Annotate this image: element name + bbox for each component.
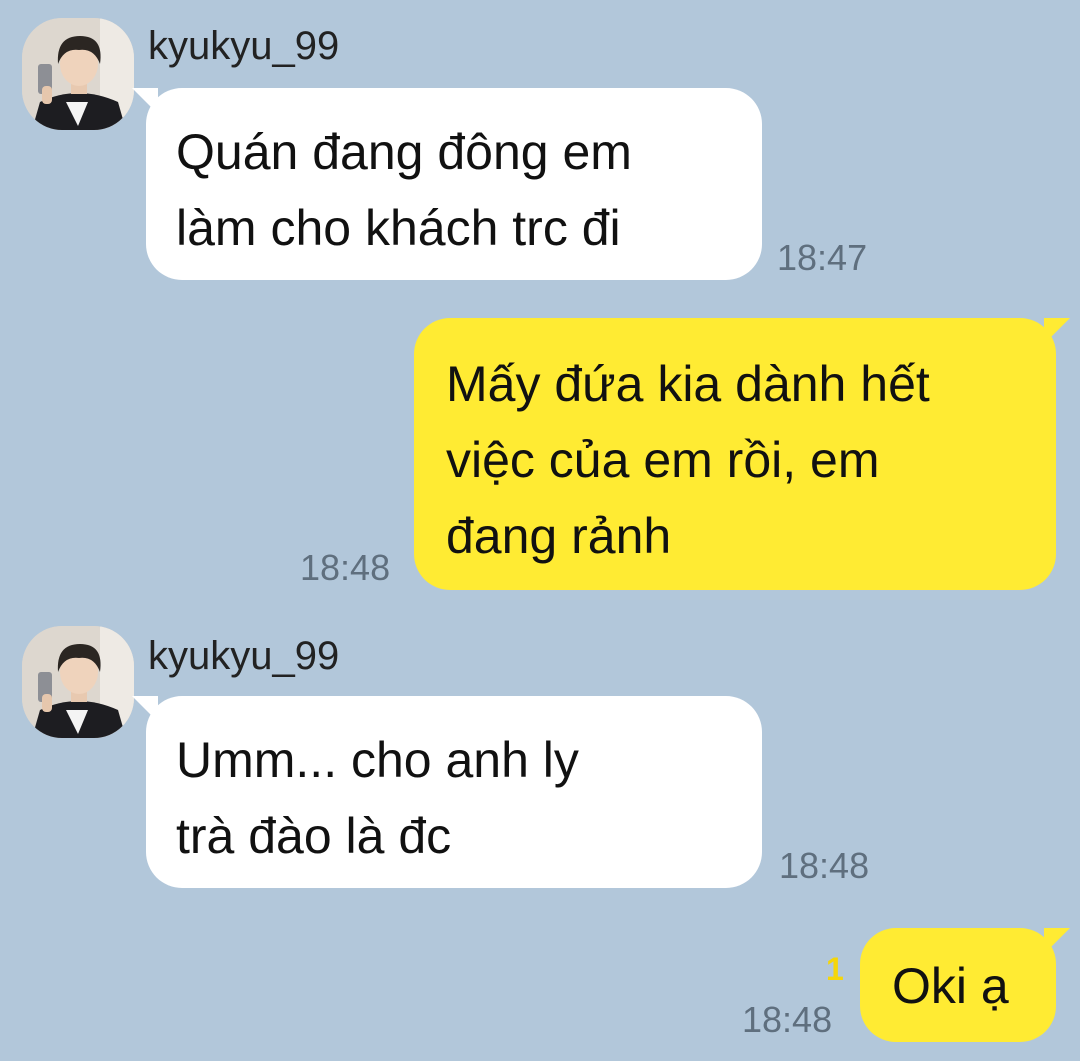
message-text: Umm... cho anh ly trà đào là đc — [176, 732, 579, 864]
bubble-tail — [132, 696, 158, 722]
message-text: Quán đang đông em làm cho khách trc đi — [176, 124, 632, 256]
profile-photo-icon — [22, 626, 134, 738]
message-text: Mấy đứa kia dành hết việc của em rồi, em… — [446, 356, 930, 564]
message-time: 18:48 — [300, 547, 391, 588]
avatar[interactable] — [22, 626, 134, 738]
message-time: 18:48 — [779, 845, 870, 886]
bubble-tail — [1044, 318, 1070, 344]
message-time: 18:47 — [777, 237, 868, 278]
bubble-tail — [132, 88, 158, 114]
message-bubble-incoming[interactable]: Umm... cho anh ly trà đào là đc — [132, 696, 762, 888]
message-bubble-incoming[interactable]: Quán đang đông em làm cho khách trc đi — [132, 88, 762, 280]
unread-count: 1 — [826, 951, 844, 987]
sender-name: kyukyu_99 — [148, 24, 340, 68]
message-bubble-outgoing[interactable]: Mấy đứa kia dành hết việc của em rồi, em… — [414, 318, 1070, 590]
profile-photo-icon — [22, 18, 134, 130]
message-time: 18:48 — [742, 999, 833, 1040]
sender-name: kyukyu_99 — [148, 634, 340, 678]
bubble-tail — [1044, 928, 1070, 954]
message-text: Oki ạ — [892, 958, 1009, 1014]
message-bubble-outgoing[interactable]: Oki ạ — [860, 928, 1070, 1042]
avatar[interactable] — [22, 18, 134, 130]
